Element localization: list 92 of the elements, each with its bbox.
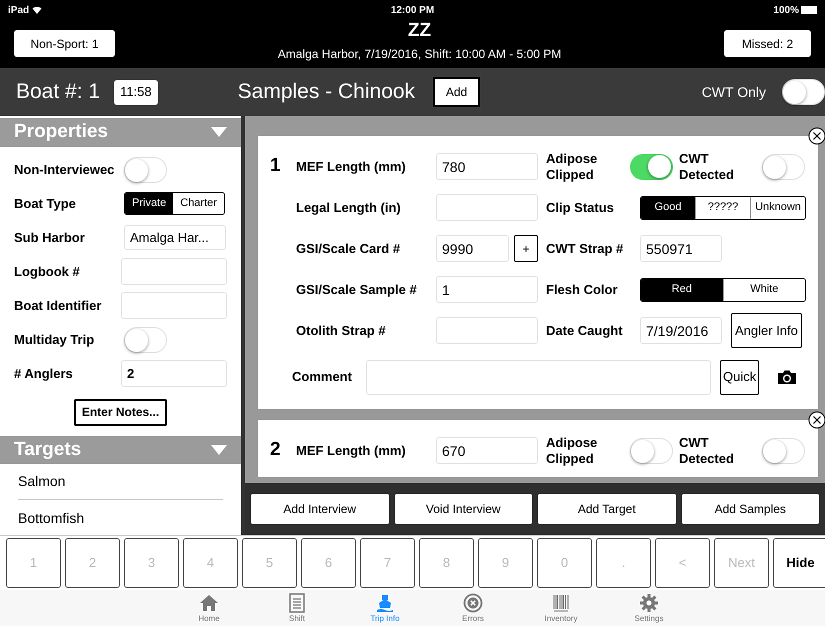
list-icon [287, 593, 307, 613]
field-label: CWT Strap # [546, 240, 624, 258]
tab-bar-item[interactable]: Inventory [517, 590, 605, 624]
field-label: Otolith Strap # [296, 322, 387, 340]
field-label: Non-Interviewec [14, 160, 116, 179]
segment-option[interactable]: White [722, 278, 805, 300]
field-label: MEF Length (mm) [296, 442, 407, 460]
cwt-only-toggle[interactable] [782, 79, 825, 105]
header-subtitle: Amalga Harbor, 7/19/2016, Shift: 10:00 AM - 5:00 PM [278, 46, 562, 63]
input-field[interactable]: 550971 [640, 235, 722, 262]
input-field[interactable] [436, 194, 538, 221]
field-label: # Anglers [14, 364, 74, 383]
sub-harbor-picker[interactable]: Amalga Har... [124, 225, 226, 250]
action-button[interactable]: Add Target [538, 494, 676, 524]
input-field[interactable]: 7/19/2016 [640, 317, 722, 344]
field-label: Clip Status [546, 198, 615, 217]
barcode-icon [551, 593, 571, 613]
collapse-triangle-icon[interactable] [211, 126, 227, 138]
battery-icon [800, 6, 817, 14]
section-title: Properties [14, 120, 108, 144]
tab-bar-item[interactable]: Errors [429, 590, 517, 624]
quick-button[interactable]: Quick [720, 360, 760, 394]
collapse-triangle-icon[interactable] [211, 444, 227, 456]
field-label: Multiday Trip [14, 330, 96, 349]
action-button[interactable]: Add Samples [682, 494, 819, 524]
input-field[interactable]: 670 [436, 437, 538, 464]
target-list-item[interactable]: Bottomfish [18, 500, 223, 535]
close-icon[interactable] [808, 411, 825, 429]
target-list-item[interactable]: Salmon [18, 464, 223, 500]
sample-number: 1 [270, 154, 282, 178]
field-label: GSI/Scale Card # [296, 240, 402, 258]
input-field[interactable]: 780 [436, 153, 538, 180]
toggle-switch[interactable] [124, 156, 167, 182]
add-button[interactable]: Add [433, 77, 480, 107]
field-label: GSI/Scale Sample # [296, 280, 418, 299]
field-label: Sub Harbor [14, 228, 86, 247]
field-label: Flesh Color [546, 280, 619, 299]
samples-title: Samples - Chinook [238, 79, 416, 106]
close-icon[interactable] [808, 127, 825, 145]
battery-label: 100% [773, 4, 799, 18]
section-title: Targets [14, 438, 82, 462]
toggle-switch[interactable] [630, 438, 673, 464]
tab-bar-item[interactable]: Shift [253, 590, 341, 624]
input-field[interactable]: 2 [121, 360, 227, 387]
boat-number-label: Boat #: 1 [16, 79, 100, 106]
field-label: Adipose Clipped [546, 150, 598, 182]
segment-option[interactable]: Red [641, 278, 722, 300]
non-sport-button[interactable]: Non-Sport: 1 [14, 30, 115, 57]
input-field[interactable]: 9990 [436, 235, 509, 262]
field-label: Date Caught [546, 322, 624, 340]
field-label: MEF Length (mm) [296, 158, 407, 176]
keypad-key[interactable]: Hide [773, 538, 825, 588]
action-button[interactable]: Void Interview [394, 494, 532, 524]
boat-time-field[interactable]: 11:58 [114, 80, 158, 104]
missed-button[interactable]: Missed: 2 [724, 30, 811, 57]
input-field[interactable]: 1 [436, 276, 538, 303]
toggle-switch[interactable] [762, 154, 805, 180]
toggle-switch[interactable] [124, 326, 167, 352]
segment-option[interactable]: Unknown [750, 196, 805, 218]
action-button[interactable]: Add Interview [251, 494, 388, 524]
segment-option[interactable]: Good [641, 196, 695, 218]
segment-option[interactable]: Private [125, 193, 174, 214]
sample-number: 2 [270, 438, 282, 462]
cwt-only-label: CWT Only [702, 82, 766, 102]
comment-field[interactable] [366, 360, 711, 394]
field-label: Adipose Clipped [546, 434, 598, 466]
house-icon [199, 593, 219, 613]
field-label: Logbook # [14, 262, 81, 281]
clock-label: 12:00 PM [390, 4, 434, 18]
field-label: Comment [292, 368, 353, 386]
toggle-switch[interactable] [630, 154, 673, 180]
plus-button[interactable]: + [514, 235, 538, 262]
angler-info-button[interactable]: Angler Info [731, 313, 802, 348]
input-field[interactable] [121, 258, 227, 285]
camera-icon[interactable] [777, 369, 798, 385]
input-field[interactable] [436, 317, 538, 344]
error-icon [463, 593, 483, 613]
settings-icon [639, 593, 659, 613]
field-label: CWT Detected [679, 434, 735, 466]
tab-bar-item[interactable]: Home [165, 590, 253, 624]
header-title: ZZ [408, 20, 432, 42]
carrier-label: iPad [8, 4, 30, 18]
field-label: Boat Identifier [14, 296, 102, 315]
enter-notes-button[interactable]: Enter Notes... [74, 398, 168, 426]
input-field[interactable] [121, 292, 227, 319]
wifi-icon [32, 6, 42, 14]
ship-icon [375, 593, 395, 613]
tab-bar-item[interactable]: Settings [605, 590, 693, 624]
toggle-switch[interactable] [762, 438, 805, 464]
field-label: Boat Type [14, 194, 77, 213]
field-label: CWT Detected [679, 150, 735, 182]
field-label: Legal Length (in) [296, 198, 402, 217]
